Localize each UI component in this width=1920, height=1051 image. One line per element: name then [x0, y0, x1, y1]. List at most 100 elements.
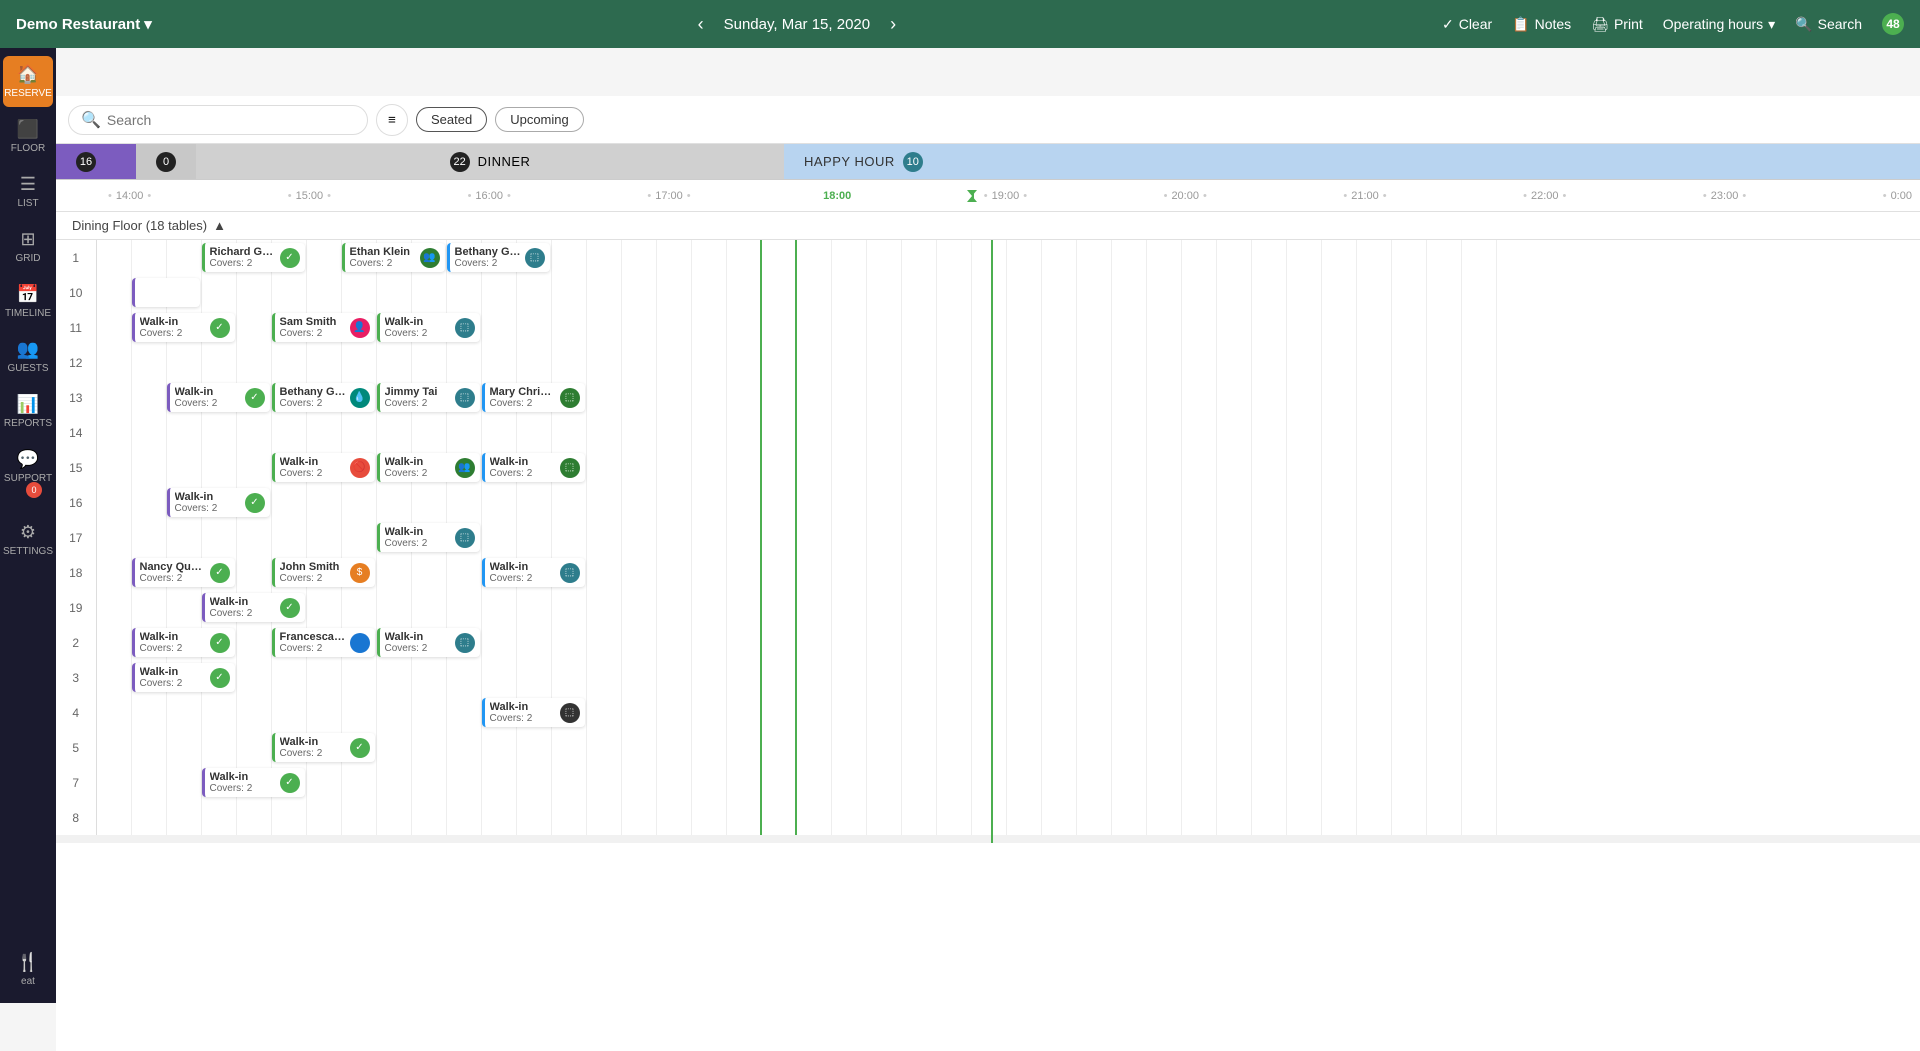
- reservation-block[interactable]: Walk-inCovers: 2✓: [132, 628, 235, 657]
- sidebar-item-grid[interactable]: ⊞ GRID: [3, 221, 53, 272]
- search-button[interactable]: 🔍 Search: [1795, 16, 1862, 33]
- reservation-block[interactable]: Bethany GreenCovers: 2💧: [272, 383, 375, 412]
- search-input[interactable]: [107, 112, 355, 128]
- grid-row-cells[interactable]: [96, 345, 1920, 380]
- sidebar-item-reports[interactable]: 📊 REPORTS: [3, 386, 53, 437]
- grid-row-cells[interactable]: Walk-inCovers: 2✓: [96, 660, 1920, 695]
- section-tab-2[interactable]: 0: [136, 144, 196, 179]
- print-icon: 🖨: [1591, 16, 1609, 33]
- table-label: 3: [56, 660, 96, 695]
- reservation-block[interactable]: Walk-inCovers: 2👥: [377, 453, 480, 482]
- reservation-block[interactable]: Walk-inCovers: 2✓: [272, 733, 375, 762]
- happy-hour-badge: 10: [903, 152, 923, 172]
- reservation-block[interactable]: Walk-inCovers: 2✓: [132, 313, 235, 342]
- reservation-block[interactable]: Francesca WebheinserCovers: 2👤: [272, 628, 375, 657]
- sidebar-item-list[interactable]: ☰ LIST: [3, 166, 53, 217]
- reservation-block[interactable]: Ethan KleinCovers: 2👥: [342, 243, 445, 272]
- table-label: 13: [56, 380, 96, 415]
- sidebar: 🏠 RESERVE ⬛ FLOOR ☰ LIST ⊞ GRID 📅 TIMELI…: [0, 48, 56, 1003]
- grid-row-cells[interactable]: Walk-inCovers: 2🚫Walk-inCovers: 2👥Walk-i…: [96, 450, 1920, 485]
- reservation-block[interactable]: Sam SmithCovers: 2👤: [272, 313, 375, 342]
- grid-row-cells[interactable]: Walk-inCovers: 2✓ Francesca WebheinserCov…: [96, 625, 1920, 660]
- reservation-block[interactable]: Walk-inCovers: 2⬚: [377, 628, 480, 657]
- reservation-block[interactable]: Walk-inCovers: 2✓: [202, 768, 305, 797]
- restaurant-name[interactable]: Demo Restaurant ▾: [16, 15, 152, 33]
- timeline-icon: 📅: [17, 284, 39, 305]
- grid-row-cells[interactable]: [96, 415, 1920, 450]
- grid-row-cells[interactable]: Nancy QuentinCovers: 2✓ John SmithCovers:…: [96, 555, 1920, 590]
- sidebar-item-label: eat: [21, 976, 35, 987]
- reserve-icon: 🏠: [17, 64, 39, 85]
- time-19: •19:00•: [980, 190, 1031, 202]
- sidebar-item-settings[interactable]: ⚙ SETTINGS: [3, 514, 53, 565]
- seated-filter-button[interactable]: Seated: [416, 107, 487, 132]
- clear-button[interactable]: ✓ Clear: [1442, 16, 1492, 33]
- main-content: 🔍 ≡ Seated Upcoming 16 0 22 DINNER HAPPY…: [56, 96, 1920, 1051]
- grid-row-cells[interactable]: Walk-inCovers: 2✓: [96, 765, 1920, 800]
- sidebar-item-label: RESERVE: [4, 88, 52, 99]
- check-circle-icon: ✓: [1442, 16, 1454, 33]
- print-button[interactable]: 🖨 Print: [1591, 16, 1643, 33]
- grid-row-cells[interactable]: Richard GatoCovers: 2✓ Ethan KleinCovers:…: [96, 240, 1920, 275]
- reservation-block[interactable]: Walk-inCovers: 2✓: [167, 488, 270, 517]
- section-tab-dinner[interactable]: 22 DINNER: [196, 144, 784, 179]
- reservation-block[interactable]: [132, 278, 200, 307]
- reservation-block[interactable]: Walk-inCovers: 2✓: [202, 593, 305, 622]
- section-tab-1[interactable]: 16: [56, 144, 136, 179]
- notes-button[interactable]: 📋 Notes: [1512, 16, 1571, 33]
- grid-row-cells[interactable]: [96, 800, 1920, 835]
- reservation-block[interactable]: Walk-inCovers: 2✓: [132, 663, 235, 692]
- reservation-block[interactable]: Nancy QuentinCovers: 2✓: [132, 558, 235, 587]
- time-16: •16:00•: [464, 190, 515, 202]
- grid-row-cells[interactable]: Walk-inCovers: 2✓Bethany GreenCovers: 2💧…: [96, 380, 1920, 415]
- grid-row-cells[interactable]: Walk-inCovers: 2⬚: [96, 695, 1920, 730]
- sidebar-item-label: SUPPORT: [4, 473, 52, 484]
- grid-row-cells[interactable]: Walk-inCovers: 2✓: [96, 730, 1920, 765]
- grid-row-cells[interactable]: Walk-inCovers: 2✓: [96, 590, 1920, 625]
- reservation-block[interactable]: Walk-inCovers: 2✓: [167, 383, 270, 412]
- sidebar-item-reserve[interactable]: 🏠 RESERVE: [3, 56, 53, 107]
- grid-row-cells[interactable]: Walk-inCovers: 2✓ Sam SmithCovers: 2👤Walk…: [96, 310, 1920, 345]
- reservation-block[interactable]: Walk-inCovers: 2⬚: [482, 453, 585, 482]
- sidebar-item-label: REPORTS: [4, 418, 52, 429]
- sidebar-item-label: GUESTS: [7, 363, 48, 374]
- dinner-label: DINNER: [478, 154, 531, 169]
- reservation-block[interactable]: Bethany GreenCovers: 2⬚: [447, 243, 550, 272]
- reservation-block[interactable]: Walk-inCovers: 2⬚: [377, 523, 480, 552]
- floor-collapse-icon[interactable]: ▲: [213, 218, 226, 233]
- sidebar-item-timeline[interactable]: 📅 TIMELINE: [3, 276, 53, 327]
- reservation-block[interactable]: Walk-inCovers: 2⬚: [377, 313, 480, 342]
- table-label: 7: [56, 765, 96, 800]
- time-20: •20:00•: [1160, 190, 1211, 202]
- sidebar-item-floor[interactable]: ⬛ FLOOR: [3, 111, 53, 162]
- reservation-block[interactable]: Jimmy TaiCovers: 2⬚: [377, 383, 480, 412]
- grid-row-cells[interactable]: Walk-inCovers: 2✓: [96, 485, 1920, 520]
- upcoming-filter-button[interactable]: Upcoming: [495, 107, 584, 132]
- reservation-block[interactable]: John SmithCovers: 2$: [272, 558, 375, 587]
- reservation-block[interactable]: Walk-inCovers: 2⬚: [482, 558, 585, 587]
- grid-area[interactable]: 1Richard GatoCovers: 2✓Ethan KleinCovers…: [56, 240, 1920, 1051]
- reservation-block[interactable]: Walk-inCovers: 2⬚: [482, 698, 585, 727]
- sidebar-item-guests[interactable]: 👥 GUESTS: [3, 331, 53, 382]
- sidebar-item-support[interactable]: 💬 SUPPORT 0: [3, 441, 53, 510]
- operating-hours-button[interactable]: Operating hours ▾: [1663, 16, 1775, 33]
- grid-row-cells[interactable]: [96, 275, 1920, 310]
- table-label: 2: [56, 625, 96, 660]
- top-navigation: Demo Restaurant ▾ ‹ Sunday, Mar 15, 2020…: [0, 0, 1920, 48]
- sidebar-item-eat[interactable]: 🍴 eat: [3, 944, 53, 995]
- grid-row-cells[interactable]: Walk-inCovers: 2⬚: [96, 520, 1920, 555]
- reservation-block[interactable]: Richard GatoCovers: 2✓: [202, 243, 305, 272]
- time-23: •23:00•: [1699, 190, 1750, 202]
- search-input-wrap[interactable]: 🔍: [68, 105, 368, 135]
- filter-button[interactable]: ≡: [376, 104, 408, 136]
- support-icon: 💬: [17, 449, 39, 470]
- next-date-button[interactable]: ›: [882, 10, 904, 39]
- table-label: 5: [56, 730, 96, 765]
- section-tab-happy-hour[interactable]: HAPPY HOUR 10: [784, 144, 1920, 179]
- settings-icon: ⚙: [20, 522, 36, 543]
- floor-icon: ⬛: [17, 119, 39, 140]
- prev-date-button[interactable]: ‹: [690, 10, 712, 39]
- table-row: 3 Walk-inCovers: 2✓: [56, 660, 1920, 695]
- reservation-block[interactable]: Mary ChristiansonCovers: 2⬚: [482, 383, 585, 412]
- reservation-block[interactable]: Walk-inCovers: 2🚫: [272, 453, 375, 482]
